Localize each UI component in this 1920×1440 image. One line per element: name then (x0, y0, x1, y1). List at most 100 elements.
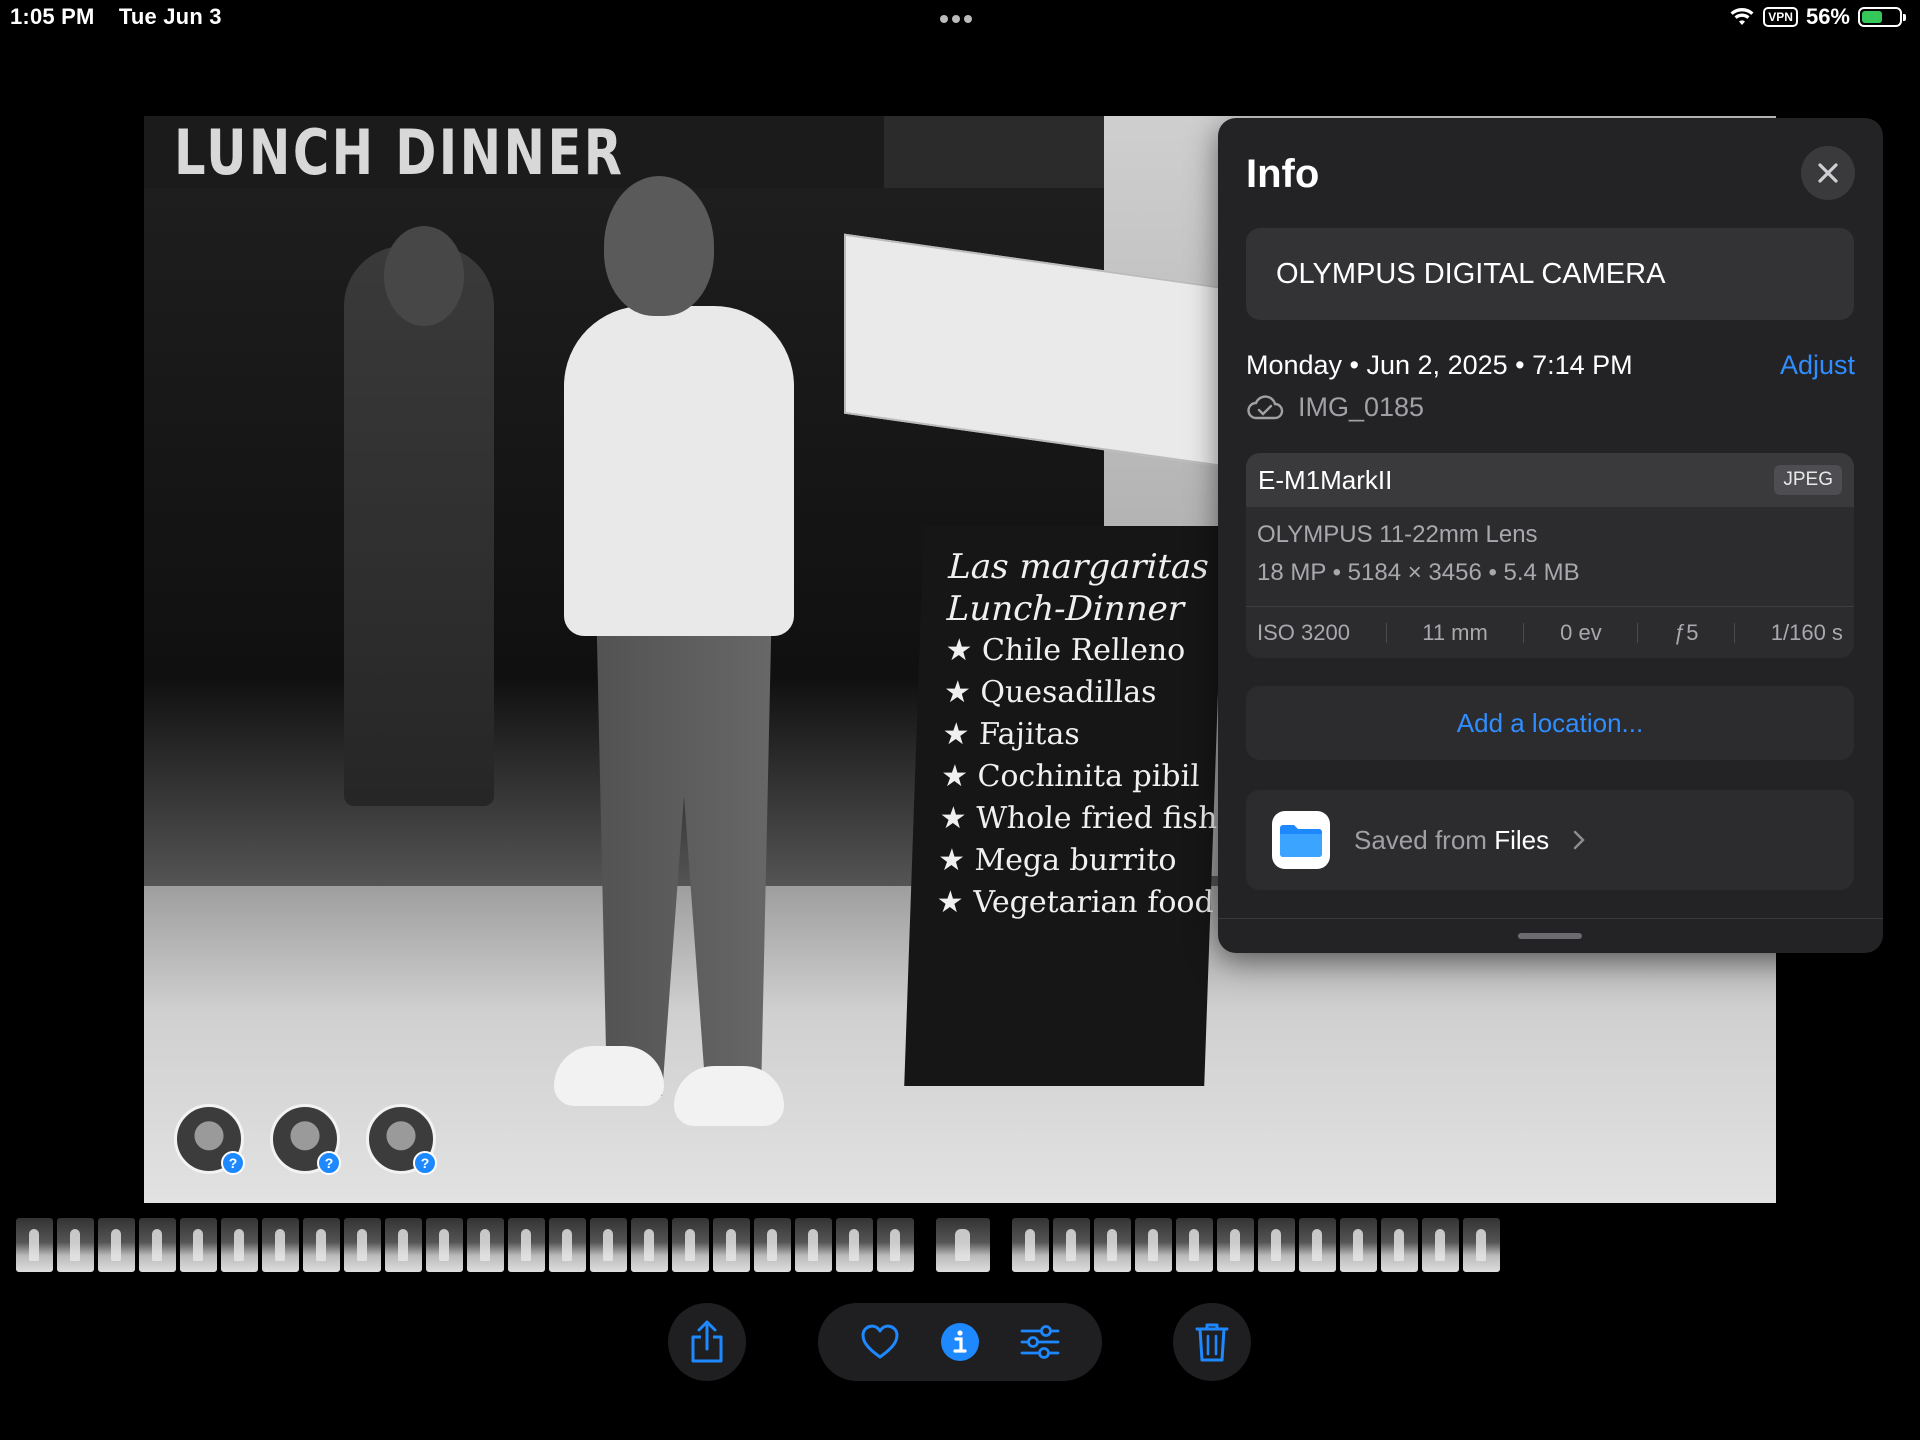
info-button[interactable] (938, 1320, 982, 1364)
saved-from-app: Files (1494, 824, 1550, 855)
caption-text: OLYMPUS DIGITAL CAMERA (1276, 257, 1666, 290)
filmstrip-thumbnail[interactable] (180, 1218, 217, 1272)
filmstrip-thumbnail[interactable] (672, 1218, 709, 1272)
sheet-grabber[interactable] (1518, 933, 1582, 939)
exif-exposure-bias: 0 ev (1560, 619, 1602, 645)
exif-iso: ISO 3200 (1257, 619, 1350, 645)
filmstrip-thumbnail[interactable] (1012, 1218, 1049, 1272)
filmstrip-thumbnail[interactable] (1053, 1218, 1090, 1272)
add-location-button[interactable]: Add a location... (1246, 686, 1854, 760)
status-time: 1:05 PM (10, 4, 95, 29)
chevron-right-icon (1573, 830, 1585, 850)
info-icon (941, 1323, 979, 1361)
capture-date: Monday • Jun 2, 2025 • 7:14 PM (1246, 350, 1633, 380)
filmstrip-thumbnail[interactable] (795, 1218, 832, 1272)
share-icon (691, 1320, 723, 1363)
filmstrip-thumbnail[interactable] (57, 1218, 94, 1272)
unknown-person-badge: ? (413, 1151, 437, 1175)
image-specs: 18 MP • 5184 × 3456 • 5.4 MB (1257, 559, 1580, 586)
filmstrip-thumbnail[interactable] (1463, 1218, 1500, 1272)
unknown-person-badge: ? (317, 1151, 341, 1175)
filmstrip-thumbnail[interactable] (1217, 1218, 1254, 1272)
chalkboard-line: ★ Quesadillas (943, 675, 1158, 710)
multitasking-dots-icon[interactable] (940, 10, 980, 23)
filmstrip-thumbnail[interactable] (139, 1218, 176, 1272)
favorite-button[interactable] (858, 1320, 902, 1364)
filmstrip-thumbnail[interactable] (1299, 1218, 1336, 1272)
exif-shutter-speed: 1/160 s (1770, 619, 1843, 645)
exif-focal-length: 11 mm (1422, 619, 1488, 645)
filmstrip-thumbnail[interactable] (262, 1218, 299, 1272)
filmstrip-thumbnail[interactable] (1176, 1218, 1213, 1272)
battery-charging-icon (1858, 7, 1906, 27)
photo-chalkboard: Las margaritas Lunch-Dinner ★ Chile Rellen… (904, 526, 1224, 1086)
filmstrip-thumbnail[interactable] (467, 1218, 504, 1272)
icloud-check-icon (1247, 394, 1284, 419)
status-left: 1:05 PM Tue Jun 3 (10, 4, 240, 30)
saved-from-label: Saved from (1354, 824, 1487, 855)
status-right: VPN 56% (1729, 4, 1906, 30)
filmstrip-thumbnail[interactable] (590, 1218, 627, 1272)
trash-icon (1195, 1323, 1229, 1362)
adjust-date-button[interactable]: Adjust (1780, 350, 1855, 381)
edit-button[interactable] (1018, 1320, 1062, 1364)
status-bar: 1:05 PM Tue Jun 3 VPN 56% (0, 0, 1920, 36)
close-button[interactable] (1801, 146, 1855, 200)
filmstrip-thumbnail[interactable] (1258, 1218, 1295, 1272)
thumbnail-filmstrip[interactable] (16, 1218, 1504, 1274)
chalkboard-line: ★ Chile Relleno (944, 633, 1186, 668)
chalkboard-text: Las margaritas Lunch-Dinner ★ Chile Rellen… (936, 546, 1227, 924)
add-location-label: Add a location... (1456, 707, 1644, 738)
share-button[interactable] (668, 1303, 746, 1381)
chalkboard-line: ★ Fajitas (941, 717, 1081, 752)
filmstrip-thumbnail[interactable] (1381, 1218, 1418, 1272)
chalkboard-line: ★ Mega burrito (937, 843, 1178, 878)
file-name: IMG_0185 (1298, 392, 1425, 422)
photo-sign-text: LUNCH DINNER (174, 116, 625, 189)
filmstrip-thumbnail[interactable] (98, 1218, 135, 1272)
lens-info: OLYMPUS 11-22mm Lens (1257, 521, 1538, 548)
chalkboard-line: ★ Vegetarian food (936, 885, 1215, 920)
filmstrip-thumbnail[interactable] (426, 1218, 463, 1272)
wifi-icon (1730, 8, 1754, 25)
filmstrip-thumbnail[interactable] (631, 1218, 668, 1272)
filmstrip-thumbnail[interactable] (1094, 1218, 1131, 1272)
filmstrip-thumbnail[interactable] (1422, 1218, 1459, 1272)
camera-model: E-M1MarkII (1258, 464, 1393, 495)
filmstrip-thumbnail[interactable] (754, 1218, 791, 1272)
file-name-row: IMG_0185 (1246, 392, 1424, 423)
adjust-sliders-icon (1020, 1325, 1060, 1359)
filmstrip-thumbnail[interactable] (344, 1218, 381, 1272)
close-icon (1818, 163, 1838, 183)
exif-aperture: ƒ5 (1674, 619, 1699, 645)
battery-percent: 56% (1805, 4, 1850, 29)
toolbar-center-group (818, 1303, 1102, 1381)
filmstrip-thumbnail[interactable] (713, 1218, 750, 1272)
files-app-icon (1272, 811, 1330, 869)
saved-from-files-row[interactable]: Saved from Files (1246, 790, 1854, 890)
filmstrip-thumbnail[interactable] (385, 1218, 422, 1272)
filmstrip-thumbnail[interactable] (936, 1218, 990, 1272)
chalkboard-line: Lunch-Dinner (946, 589, 1185, 629)
filmstrip-thumbnail[interactable] (303, 1218, 340, 1272)
caption-field[interactable]: OLYMPUS DIGITAL CAMERA (1246, 228, 1854, 320)
filmstrip-thumbnail[interactable] (877, 1218, 914, 1272)
person-face-3[interactable]: ? (366, 1104, 437, 1175)
exif-header: E-M1MarkII JPEG (1246, 453, 1854, 507)
person-face-2[interactable]: ? (270, 1104, 341, 1175)
filmstrip-thumbnail[interactable] (836, 1218, 873, 1272)
status-date: Tue Jun 3 (118, 4, 222, 29)
filmstrip-thumbnail[interactable] (221, 1218, 258, 1272)
person-face-1[interactable]: ? (174, 1104, 245, 1175)
filmstrip-thumbnail[interactable] (508, 1218, 545, 1272)
exif-values-row: ISO 3200 11 mm 0 ev ƒ5 1/160 s (1246, 606, 1854, 658)
filmstrip-thumbnail[interactable] (1135, 1218, 1172, 1272)
people-faces: ? ? ? (174, 1104, 437, 1175)
filmstrip-thumbnail[interactable] (16, 1218, 53, 1272)
photo-sign: LUNCH DINNER (144, 116, 884, 189)
filmstrip-thumbnail[interactable] (1340, 1218, 1377, 1272)
delete-button[interactable] (1173, 1303, 1251, 1381)
chalkboard-line: ★ Cochinita pibil (940, 759, 1201, 794)
filmstrip-thumbnail[interactable] (549, 1218, 586, 1272)
info-title: Info (1246, 152, 1320, 196)
